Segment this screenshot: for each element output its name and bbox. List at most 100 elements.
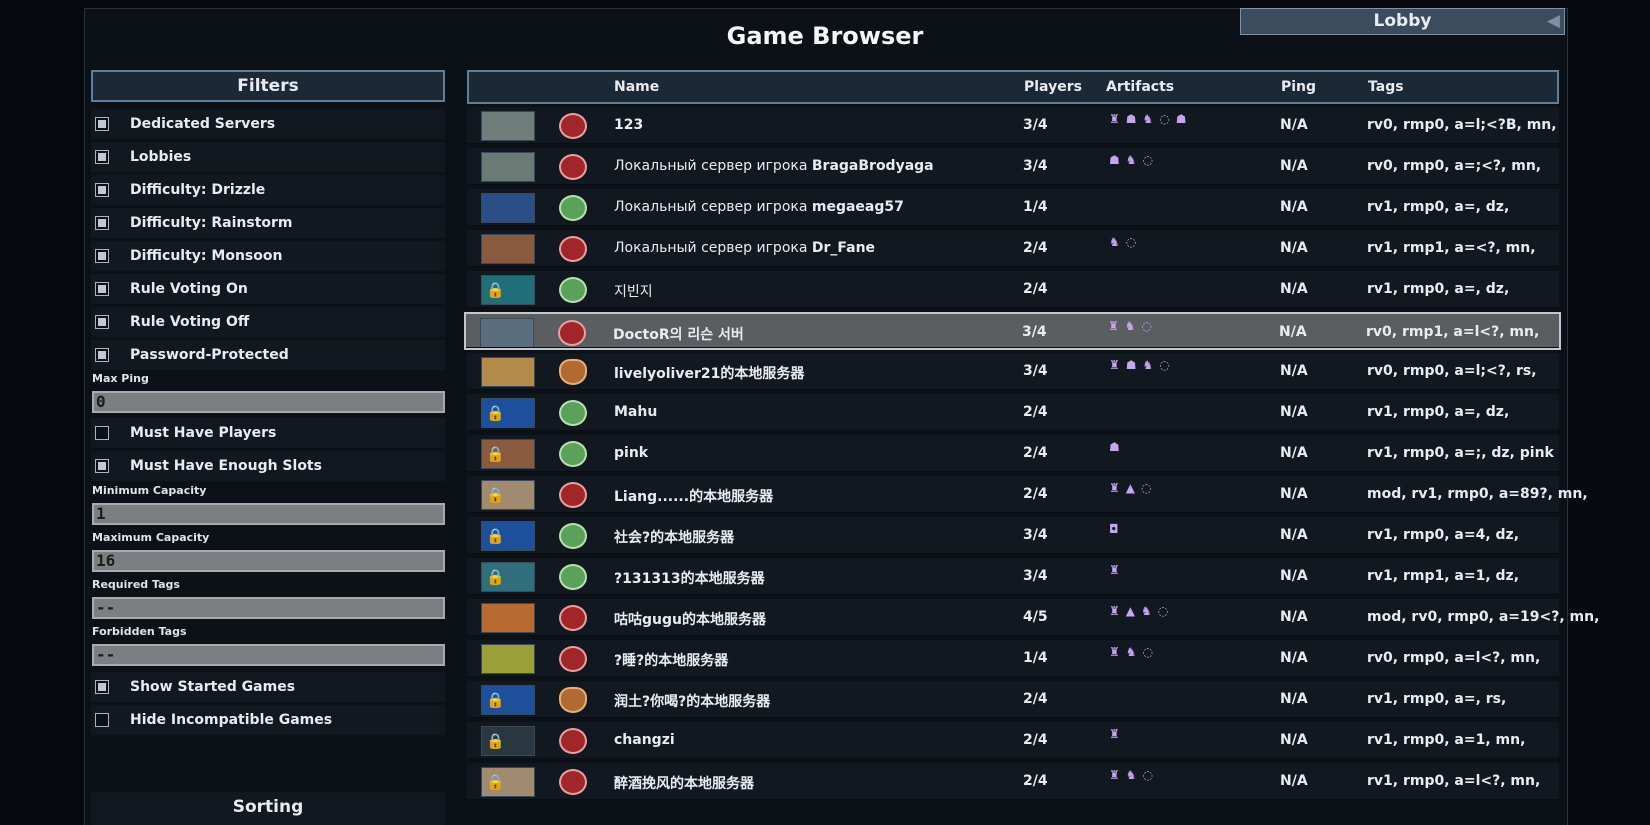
must-have-slots-checkbox[interactable]	[95, 459, 109, 473]
server-row[interactable]: 🔒 醉酒挽风的本地服务器 2/4 ♜♞◌ N/A rv1, rmp0, a=l<?, mn…	[467, 763, 1559, 800]
host-avatar-icon	[559, 441, 587, 467]
server-name-host: 醉酒挽风的本地服务器	[614, 776, 754, 792]
lock-icon: 🔒	[486, 773, 505, 791]
sorting-header: Sorting	[91, 792, 445, 825]
server-row[interactable]: Локальный сервер игрока Dr_Fane 2/4 ♞◌ N/A r…	[467, 230, 1559, 267]
server-row[interactable]: Локальный сервер игрока megaeag57 1/4 N/A r…	[467, 189, 1559, 226]
filter-row[interactable]: Difficulty: Rainstorm	[91, 208, 445, 238]
hide-incompatible-filter[interactable]: Hide Incompatible Games	[91, 705, 445, 735]
column-players[interactable]: Players	[1024, 79, 1082, 95]
server-name: ?131313的本地服务器	[614, 568, 765, 588]
must-have-players-checkbox[interactable]	[95, 426, 109, 440]
max-ping-input[interactable]: 0	[92, 391, 445, 413]
server-row[interactable]: ?睡?的本地服务器 1/4 ♜♞◌ N/A rv0, rmp0, a=l<?, mn,	[467, 640, 1559, 677]
server-row[interactable]: 🔒 润土?你喝?的本地服务器 2/4 N/A rv1, rmp0, a=, rs,	[467, 681, 1559, 718]
map-thumbnail: 🔒	[481, 398, 535, 428]
server-name-host: Liang......的本地服务器	[614, 489, 774, 505]
server-row[interactable]: 🔒 pink 2/4 ☗ N/A rv1, rmp0, a=;, dz, pink	[467, 435, 1559, 472]
filter-row[interactable]: Lobbies	[91, 142, 445, 172]
must-have-players-filter[interactable]: Must Have Players	[91, 418, 445, 448]
max-capacity-input[interactable]: 16	[92, 550, 445, 572]
filter-checkbox[interactable]	[95, 348, 109, 362]
arrow-left-icon: ◀	[1546, 11, 1560, 31]
must-have-slots-filter[interactable]: Must Have Enough Slots	[91, 451, 445, 481]
server-tags: mod, rv0, rmp0, a=19<?, mn,	[1367, 609, 1600, 625]
filter-checkbox[interactable]	[95, 183, 109, 197]
filter-row[interactable]: Difficulty: Drizzle	[91, 175, 445, 205]
filter-row[interactable]: Difficulty: Monsoon	[91, 241, 445, 271]
show-started-checkbox[interactable]	[95, 680, 109, 694]
player-count: 3/4	[1023, 527, 1048, 543]
server-row[interactable]: 咕咕gugu的本地服务器 4/5 ♜▲♞◌ N/A mod, rv0, rmp0, a=…	[467, 599, 1599, 636]
server-row[interactable]: Локальный сервер игрока BragaBrodyaga 3/4…	[467, 148, 1559, 185]
server-row[interactable]: 🔒 지빈지 2/4 N/A rv1, rmp0, a=, dz,	[467, 271, 1559, 308]
server-row[interactable]: 🔒 changzi 2/4 ♜ N/A rv1, rmp0, a=1, mn,	[467, 722, 1559, 759]
map-thumbnail	[481, 193, 535, 223]
filter-checkbox[interactable]	[95, 282, 109, 296]
host-avatar-icon	[559, 195, 587, 221]
server-name: livelyoliver21的本地服务器	[614, 363, 804, 383]
host-avatar-icon	[558, 320, 586, 346]
server-row[interactable]: 🔒 社会?的本地服务器 3/4 ◘ N/A rv1, rmp0, a=4, dz,	[467, 517, 1559, 554]
row-divider	[467, 471, 1559, 472]
host-avatar-icon	[559, 359, 587, 385]
server-row[interactable]: 🔒 ?131313的本地服务器 3/4 ♜ N/A rv1, rmp1, a=1, dz,	[467, 558, 1559, 595]
filter-checkbox[interactable]	[95, 117, 109, 131]
filter-label: Lobbies	[130, 149, 192, 165]
filter-label: Password-Protected	[130, 347, 289, 363]
server-row[interactable]: 🔒 Liang......的本地服务器 2/4 ♜▲◌ N/A mod, rv1, rmp…	[467, 476, 1588, 513]
server-name-prefix: 지빈지	[614, 284, 653, 300]
filter-checkbox[interactable]	[95, 216, 109, 230]
ping-value: N/A	[1280, 732, 1308, 748]
column-name[interactable]: Name	[614, 79, 659, 95]
row-divider	[467, 307, 1559, 308]
host-avatar-icon	[559, 400, 587, 426]
required-tags-input[interactable]: --	[92, 597, 445, 619]
forbidden-tags-input[interactable]: --	[92, 644, 445, 666]
min-capacity-input[interactable]: 1	[92, 503, 445, 525]
player-count: 2/4	[1023, 691, 1048, 707]
column-artifacts[interactable]: Artifacts	[1106, 79, 1174, 95]
filter-row[interactable]: Rule Voting Off	[91, 307, 445, 337]
ping-value: N/A	[1280, 527, 1308, 543]
artifacts-icons: ♜	[1109, 563, 1126, 577]
server-name-host: DoctoR의 리슨 서버	[613, 327, 744, 343]
server-tags: rv1, rmp0, a=;, dz, pink	[1367, 445, 1554, 461]
server-name-prefix: Локальный сервер игрока	[614, 240, 812, 256]
filter-checkbox[interactable]	[95, 249, 109, 263]
map-thumbnail: 🔒	[481, 562, 535, 592]
column-tags[interactable]: Tags	[1368, 79, 1404, 95]
server-name-host: livelyoliver21的本地服务器	[614, 366, 805, 382]
filter-checkbox[interactable]	[95, 150, 109, 164]
ping-value: N/A	[1279, 324, 1307, 340]
filter-row[interactable]: Password-Protected	[91, 340, 445, 370]
lock-icon: 🔒	[486, 691, 505, 709]
lock-icon: 🔒	[486, 486, 505, 504]
server-row[interactable]: DoctoR의 리슨 서버 3/4 ♜♞◌ N/A rv0, rmp1, a=l<?, …	[464, 312, 1561, 350]
lobby-button[interactable]: Lobby ◀	[1240, 8, 1565, 35]
server-row[interactable]: 123 3/4 ♜☗♞◌☗ N/A rv0, rmp0, a=l;<?B, mn,	[467, 107, 1559, 144]
server-tags: rv0, rmp1, a=l<?, mn,	[1366, 324, 1540, 340]
server-row[interactable]: 🔒 Mahu 2/4 N/A rv1, rmp0, a=, dz,	[467, 394, 1559, 431]
filter-row[interactable]: Dedicated Servers	[91, 109, 445, 139]
map-thumbnail: 🔒	[481, 685, 535, 715]
map-thumbnail	[481, 152, 535, 182]
lobby-label: Lobby	[1373, 11, 1432, 31]
row-divider	[467, 676, 1559, 677]
host-avatar-icon	[559, 236, 587, 262]
row-divider	[467, 799, 1559, 800]
filter-row[interactable]: Rule Voting On	[91, 274, 445, 304]
artifacts-icons: ♜▲♞◌	[1109, 604, 1175, 618]
hide-incompatible-checkbox[interactable]	[95, 713, 109, 727]
server-tags: rv1, rmp0, a=, dz,	[1367, 199, 1510, 215]
host-avatar-icon	[559, 687, 587, 713]
server-row[interactable]: livelyoliver21的本地服务器 3/4 ♜☗♞◌ N/A rv0, rmp0,…	[467, 353, 1559, 390]
filter-label: Must Have Enough Slots	[130, 458, 322, 474]
filter-checkbox[interactable]	[95, 315, 109, 329]
player-count: 2/4	[1023, 240, 1048, 256]
server-name: 123	[614, 117, 643, 133]
ping-value: N/A	[1280, 281, 1308, 297]
column-ping[interactable]: Ping	[1281, 79, 1316, 95]
artifacts-icons: ☗	[1109, 440, 1126, 454]
show-started-filter[interactable]: Show Started Games	[91, 672, 445, 702]
